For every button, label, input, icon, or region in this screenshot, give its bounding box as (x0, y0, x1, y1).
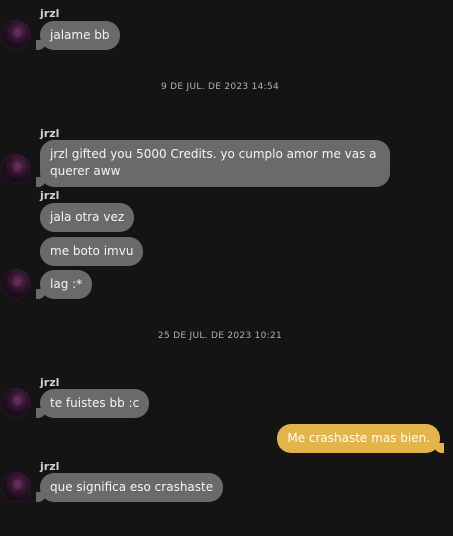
message-sender-name[interactable]: jrzl (40, 376, 59, 389)
chat-thread: jrzl jalame bb 9 DE JUL. DE 2023 14:54 j… (0, 0, 453, 536)
message-bubble[interactable]: jalame bb (36, 21, 120, 50)
outgoing-message-bubble[interactable]: Me crashaste mas bien. (277, 424, 444, 453)
date-divider: 9 DE JUL. DE 2023 14:54 (160, 82, 280, 92)
message-bubble[interactable]: que significa eso crashaste (35, 473, 224, 502)
message-bubble[interactable]: me boto imvu (40, 237, 144, 266)
message-sender-name[interactable]: jrzl (40, 127, 59, 140)
message-bubble[interactable]: lag :* (35, 270, 93, 299)
sender-avatar[interactable] (1, 472, 31, 502)
message-sender-name[interactable]: jrzl (40, 7, 59, 20)
sender-avatar[interactable] (1, 269, 31, 299)
message-bubble[interactable]: jrzl gifted you 5000 Credits. yo cumplo … (36, 140, 390, 187)
sender-avatar[interactable] (1, 20, 31, 50)
message-bubble[interactable]: te fuistes bb :c (35, 389, 150, 418)
sender-avatar[interactable] (1, 154, 31, 184)
message-bubble[interactable]: jala otra vez (40, 203, 135, 232)
sender-avatar[interactable] (1, 388, 31, 418)
message-sender-name[interactable]: jrzl (40, 460, 59, 473)
date-divider: 25 DE JUL. DE 2023 10:21 (157, 331, 283, 341)
message-sender-name[interactable]: jrzl (40, 189, 59, 202)
